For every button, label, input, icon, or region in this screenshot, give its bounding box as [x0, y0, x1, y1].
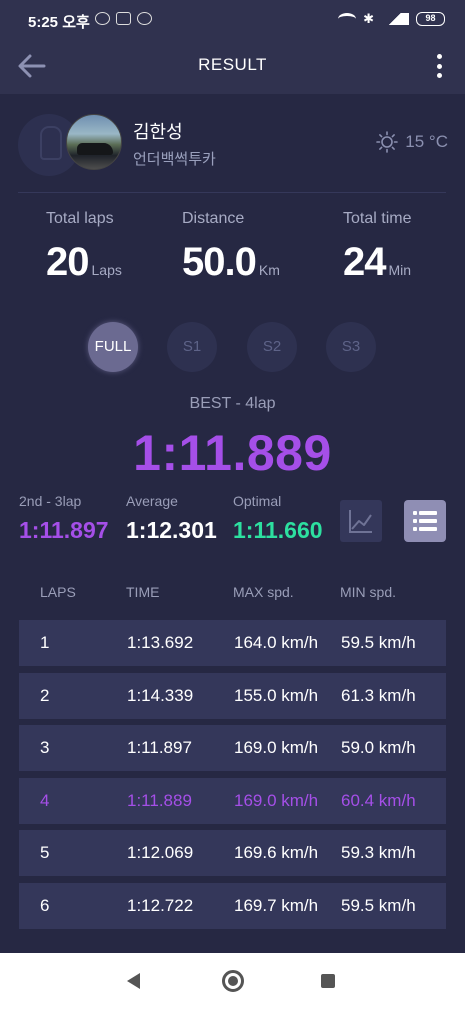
cell-lap: 5	[40, 843, 50, 862]
app-bar: RESULT	[0, 38, 465, 94]
status-bar: 5:25 오후 ✱ 98	[0, 0, 465, 38]
stats-row: Total laps 20 Laps Distance 50.0 Km Total …	[0, 210, 465, 290]
cell-min-speed: 59.5 km/h	[341, 633, 416, 652]
more-vert-icon	[436, 54, 442, 59]
avatar[interactable]	[66, 114, 122, 170]
cell-max-speed: 164.0 km/h	[234, 633, 319, 652]
stat-value: 50.0	[182, 240, 257, 284]
cell-time: 1:11.897	[127, 738, 192, 757]
profile-section: 김한성 언더백썩투카 15 °C	[18, 112, 448, 176]
best-lap-label: BEST - 4lap	[189, 395, 276, 412]
stat-total-time: Total time 24 Min	[343, 210, 412, 284]
summary-second: 2nd - 3lap 1:11.897	[19, 493, 109, 543]
cell-max-speed: 169.0 km/h	[234, 738, 319, 757]
divider	[18, 192, 446, 193]
weather: 15 °C	[376, 131, 448, 153]
cell-min-speed: 59.0 km/h	[341, 738, 416, 757]
list-view-button[interactable]	[404, 500, 446, 542]
segment-full-button[interactable]: FULL	[88, 322, 138, 372]
cell-lap: 4	[40, 790, 50, 810]
user-name: 김한성	[133, 122, 183, 142]
header-time: TIME	[126, 584, 160, 600]
cell-max-speed: 169.6 km/h	[234, 843, 319, 862]
wifi-icon	[338, 13, 357, 25]
nav-home-icon[interactable]	[222, 970, 244, 992]
stat-unit: Min	[388, 262, 412, 278]
summary-optimal: Optimal 1:11.660	[233, 493, 323, 543]
nav-recents-icon[interactable]	[321, 974, 335, 988]
table-row[interactable]: 2 1:14.339 155.0 km/h 61.3 km/h	[19, 672, 446, 719]
segment-selector: FULL S1 S2 S3	[0, 322, 465, 372]
summary-label: Average	[126, 493, 178, 509]
bluetooth-icon: ✱	[363, 11, 374, 26]
page-title: RESULT	[198, 55, 267, 74]
header-max-speed: MAX spd.	[233, 584, 294, 600]
stat-value: 24	[343, 240, 386, 284]
nav-back-icon[interactable]	[127, 973, 140, 989]
list-icon	[413, 511, 437, 531]
system-nav-bar	[0, 953, 465, 1009]
alarm-off-icon	[95, 12, 110, 25]
summary-value: 1:11.897	[19, 517, 109, 543]
segment-s1-button[interactable]: S1	[167, 322, 217, 372]
cell-lap: 6	[40, 895, 50, 915]
cell-max-speed: 169.0 km/h	[234, 790, 319, 810]
header-laps: LAPS	[40, 584, 76, 600]
cell-min-speed: 59.5 km/h	[341, 895, 416, 915]
cell-max-speed: 169.7 km/h	[234, 895, 319, 915]
summary-average: Average 1:12.301	[126, 493, 217, 543]
system-icons: ✱ 98	[338, 11, 445, 27]
cell-min-speed: 59.3 km/h	[341, 843, 416, 862]
cell-max-speed: 155.0 km/h	[234, 685, 319, 705]
table-row[interactable]: 6 1:12.722 169.7 km/h 59.5 km/h	[19, 882, 446, 929]
cell-lap: 3	[40, 738, 50, 757]
cell-time: 1:11.889	[127, 790, 192, 810]
cell-min-speed: 60.4 km/h	[341, 790, 416, 810]
sun-icon	[376, 131, 399, 153]
summary-value: 1:11.660	[233, 517, 323, 543]
stat-unit: Laps	[91, 262, 122, 278]
more-menu-button[interactable]	[427, 52, 451, 80]
cell-time: 1:14.339	[127, 685, 194, 705]
temperature: 15 °C	[405, 132, 448, 151]
best-lap-time: 1:11.889	[133, 425, 332, 481]
segment-s3-button[interactable]: S3	[326, 322, 376, 372]
segment-s2-button[interactable]: S2	[247, 322, 297, 372]
stat-label: Total time	[343, 210, 412, 227]
header-min-speed: MIN spd.	[340, 584, 397, 600]
table-row[interactable]: 1 1:13.692 164.0 km/h 59.5 km/h	[19, 620, 446, 666]
table-row-best[interactable]: 4 1:11.889 169.0 km/h 60.4 km/h	[19, 777, 446, 824]
summary-label: 2nd - 3lap	[19, 493, 82, 509]
status-time: 5:25 오후	[28, 14, 90, 31]
stat-label: Total laps	[46, 210, 114, 227]
stat-label: Distance	[182, 210, 245, 227]
table-row[interactable]: 3 1:11.897 169.0 km/h 59.0 km/h	[19, 725, 446, 771]
stat-total-laps: Total laps 20 Laps	[46, 210, 122, 284]
battery-icon: 98	[416, 12, 445, 26]
stat-value: 20	[46, 240, 89, 284]
mail-app-icon	[116, 12, 131, 25]
summary-label: Optimal	[233, 493, 282, 509]
cell-time: 1:12.069	[127, 843, 194, 862]
table-header: LAPS TIME MAX spd. MIN spd.	[0, 584, 465, 604]
cell-lap: 2	[40, 685, 50, 705]
stat-unit: Km	[258, 262, 280, 278]
car-name: 언더백썩투카	[133, 151, 216, 168]
talk-app-icon	[137, 12, 152, 25]
line-chart-icon	[349, 510, 372, 533]
table-row[interactable]: 5 1:12.069 169.6 km/h 59.3 km/h	[19, 830, 446, 876]
chart-view-button[interactable]	[340, 500, 382, 542]
cell-min-speed: 61.3 km/h	[341, 685, 416, 705]
summary-row: 2nd - 3lap 1:11.897 Average 1:12.301 Opt…	[0, 493, 465, 548]
notification-icons	[95, 12, 152, 25]
stat-distance: Distance 50.0 Km	[182, 210, 280, 284]
lap-table: 1 1:13.692 164.0 km/h 59.5 km/h 2 1:14.3…	[19, 620, 446, 935]
summary-value: 1:12.301	[126, 517, 217, 543]
cell-time: 1:12.722	[127, 895, 194, 915]
cell-lap: 1	[40, 633, 50, 652]
cell-time: 1:13.692	[127, 633, 194, 652]
signal-icon	[381, 13, 409, 25]
